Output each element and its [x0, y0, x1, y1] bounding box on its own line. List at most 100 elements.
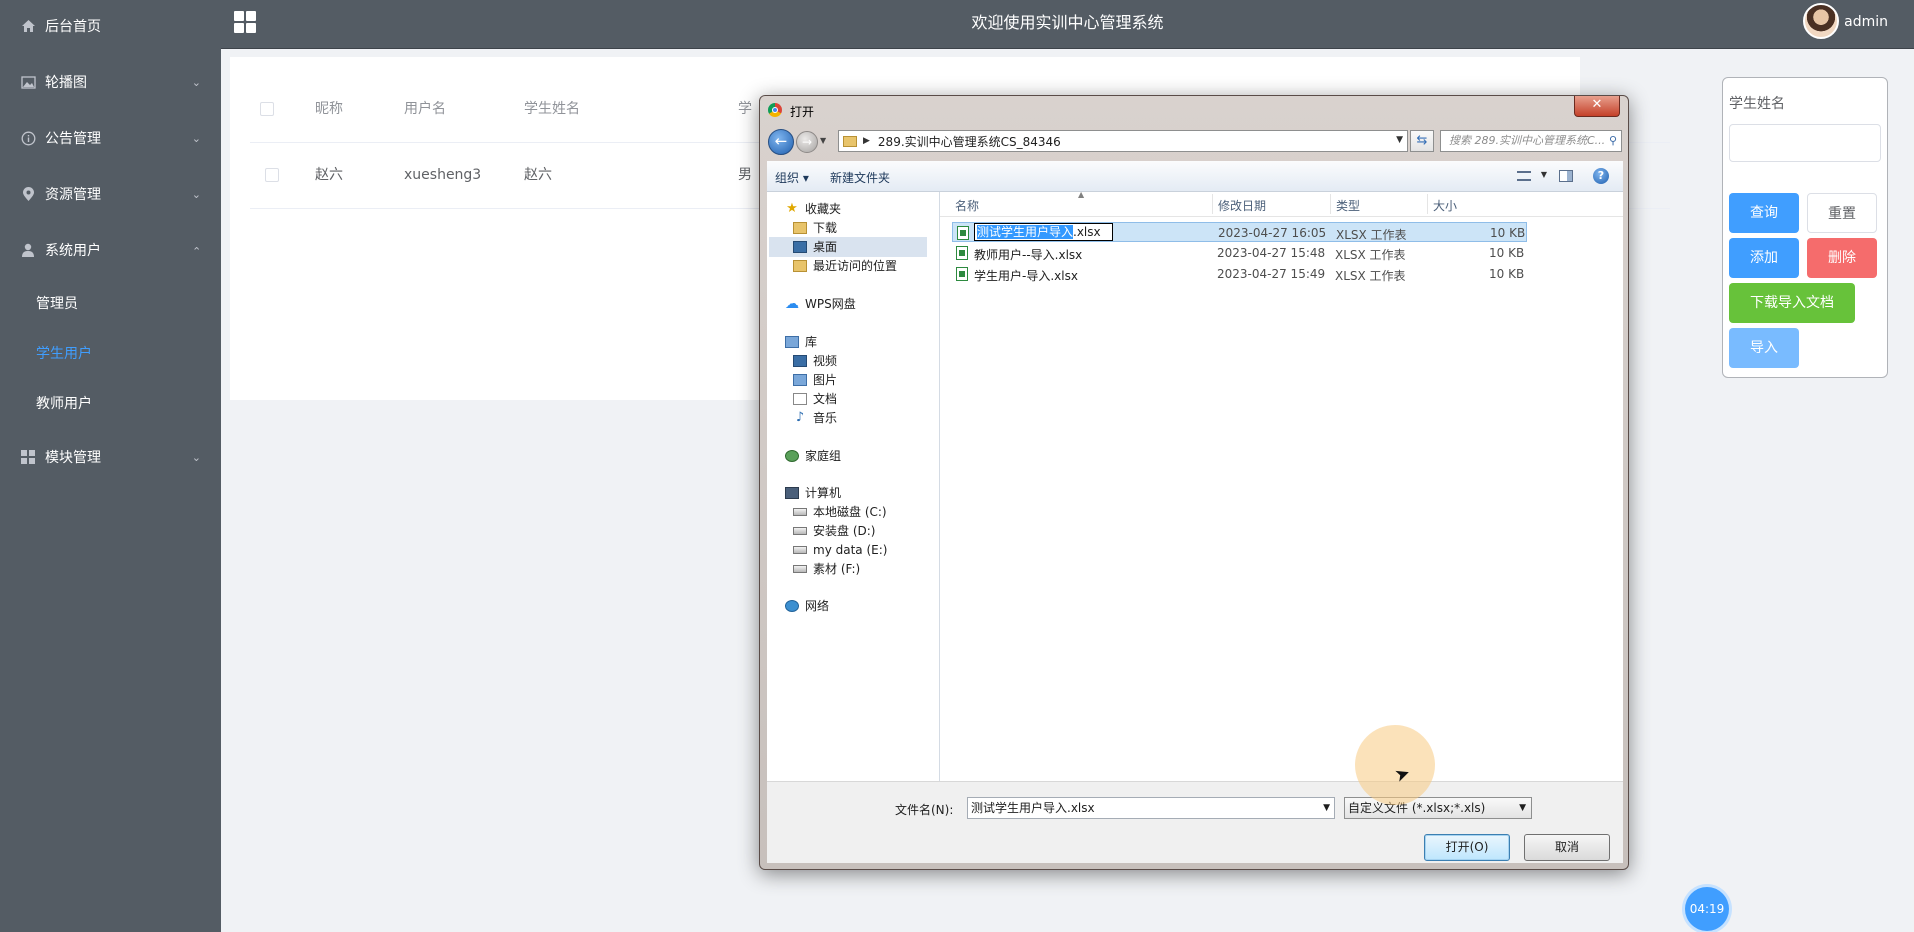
cell-student-name: 赵六 — [524, 167, 552, 183]
nav-label: 图片 — [813, 373, 838, 387]
nav-computer[interactable]: 计算机 — [785, 483, 841, 503]
open-file-dialog: 打开 ✕ ← → ▼ ▶ 289.实训中心管理系统CS_84346 ▼ ⇆ 搜索… — [759, 95, 1629, 870]
file-row[interactable]: 学生用户-导入.xlsx 2023-04-27 15:49 XLSX 工作表 1… — [952, 264, 1527, 284]
drive-icon — [793, 546, 807, 554]
column-type[interactable]: 类型 — [1336, 197, 1360, 214]
select-all-checkbox[interactable] — [260, 102, 274, 116]
nav-wps-cloud[interactable]: ☁ WPS网盘 — [785, 294, 856, 314]
arrow-right-icon: → — [801, 135, 813, 149]
row-checkbox[interactable] — [265, 168, 279, 182]
sidebar-item-notice[interactable]: 公告管理 ⌄ — [0, 113, 221, 163]
sidebar-item-resources[interactable]: 资源管理 ⌄ — [0, 169, 221, 219]
filetype-select[interactable]: 自定义文件 (*.xlsx;*.xls) ▼ — [1344, 797, 1532, 819]
nav-label: 本地磁盘 (C:) — [813, 505, 887, 519]
filename-dropdown-icon[interactable]: ▼ — [1323, 798, 1330, 818]
download-template-button[interactable]: 下载导入文档 — [1729, 283, 1855, 323]
address-dropdown-icon[interactable]: ▼ — [1396, 135, 1403, 145]
nav-library[interactable]: 库 — [785, 332, 817, 352]
import-button[interactable]: 导入 — [1729, 328, 1799, 368]
recording-timer[interactable]: 04:19 — [1685, 887, 1729, 931]
nav-network[interactable]: 网络 — [785, 596, 829, 616]
reset-button[interactable]: 重置 — [1807, 193, 1877, 233]
nav-favorites[interactable]: ★ 收藏夹 — [785, 199, 841, 219]
info-icon — [20, 130, 36, 146]
avatar[interactable] — [1803, 3, 1839, 39]
close-button[interactable]: ✕ — [1574, 96, 1620, 117]
column-divider[interactable] — [1330, 194, 1331, 214]
delete-button[interactable]: 删除 — [1807, 238, 1877, 278]
username-label[interactable]: admin — [1844, 14, 1888, 30]
file-modified: 2023-04-27 15:49 — [1217, 267, 1326, 281]
folder-search-input[interactable]: 搜索 289.实训中心管理系统C... ⚲ — [1440, 130, 1622, 152]
column-name[interactable]: 名称 — [955, 197, 979, 214]
breadcrumb-separator-icon[interactable]: ▶ — [863, 136, 870, 146]
chrome-icon — [768, 103, 782, 117]
sidebar-subitem-label: 教师用户 — [36, 396, 92, 412]
column-header-gender: 学 — [738, 101, 752, 117]
nav-drive-e[interactable]: my data (E:) — [793, 540, 887, 560]
help-icon[interactable]: ? — [1593, 168, 1609, 184]
view-options-icon[interactable] — [1517, 171, 1531, 181]
nav-documents[interactable]: 文档 — [793, 389, 837, 409]
nav-recent[interactable]: 最近访问的位置 — [793, 256, 897, 276]
sidebar-subitem-admins[interactable]: 管理员 — [0, 278, 221, 328]
nav-label: 下载 — [813, 221, 838, 235]
nav-label: 收藏夹 — [805, 202, 842, 216]
close-icon: ✕ — [1591, 97, 1603, 112]
sidebar-item-home[interactable]: 后台首页 — [0, 1, 221, 51]
sidebar-item-system-users[interactable]: 系统用户 ⌄ — [0, 225, 221, 275]
back-button[interactable]: ← — [768, 129, 794, 155]
student-name-input[interactable] — [1729, 124, 1881, 162]
nav-drive-f[interactable]: 素材 (F:) — [793, 559, 860, 579]
column-modified[interactable]: 修改日期 — [1218, 197, 1266, 214]
preview-pane-icon[interactable] — [1559, 170, 1573, 182]
column-header-nickname: 昵称 — [315, 101, 343, 117]
address-path[interactable]: 289.实训中心管理系统CS_84346 — [878, 133, 1061, 150]
nav-music[interactable]: ♪ 音乐 — [793, 408, 837, 428]
column-size[interactable]: 大小 — [1433, 197, 1457, 214]
sidebar-item-modules[interactable]: 模块管理 ⌄ — [0, 432, 221, 482]
nav-videos[interactable]: 视频 — [793, 351, 837, 371]
xlsx-file-icon — [956, 267, 968, 281]
nav-drive-d[interactable]: 安装盘 (D:) — [793, 521, 875, 541]
top-header: 欢迎使用实训中心管理系统 admin — [221, 0, 1914, 49]
sidebar-subitem-students[interactable]: 学生用户 — [0, 328, 221, 378]
home-icon — [20, 18, 36, 34]
filetype-dropdown-icon: ▼ — [1519, 803, 1526, 813]
rename-input[interactable]: 测试学生用户导入.xlsx — [974, 223, 1113, 241]
new-folder-button[interactable]: 新建文件夹 — [830, 169, 890, 186]
cancel-button[interactable]: 取消 — [1524, 834, 1610, 861]
column-divider[interactable] — [1427, 194, 1428, 214]
image-icon — [20, 74, 36, 90]
nav-label: 桌面 — [813, 240, 838, 254]
cloud-icon: ☁ — [785, 296, 799, 312]
file-row[interactable]: 测试学生用户导入.xlsx 2023-04-27 16:05 XLSX 工作表 … — [952, 222, 1527, 242]
chevron-down-icon: ⌄ — [191, 187, 201, 201]
file-row[interactable]: 教师用户--导入.xlsx 2023-04-27 15:48 XLSX 工作表 … — [952, 243, 1527, 263]
sidebar-item-carousel[interactable]: 轮播图 ⌄ — [0, 57, 221, 107]
recent-locations-dropdown[interactable]: ▼ — [820, 136, 826, 145]
address-bar[interactable]: ▶ 289.实训中心管理系统CS_84346 ▼ — [838, 130, 1408, 152]
nav-drive-c[interactable]: 本地磁盘 (C:) — [793, 502, 887, 522]
nav-label: WPS网盘 — [805, 297, 856, 311]
student-name-label: 学生姓名 — [1729, 96, 1785, 112]
filetype-value: 自定义文件 (*.xlsx;*.xls) — [1348, 801, 1486, 815]
forward-button[interactable]: → — [796, 131, 818, 153]
search-placeholder: 搜索 289.实训中心管理系统C... — [1449, 134, 1606, 147]
open-button[interactable]: 打开(O) — [1424, 834, 1510, 861]
view-dropdown-icon[interactable]: ▼ — [1541, 170, 1547, 179]
refresh-icon: ⇆ — [1416, 133, 1428, 148]
document-icon — [793, 393, 807, 405]
nav-homegroup[interactable]: 家庭组 — [785, 446, 841, 466]
sidebar-subitem-teachers[interactable]: 教师用户 — [0, 378, 221, 428]
nav-downloads[interactable]: 下载 — [793, 218, 837, 238]
nav-pictures[interactable]: 图片 — [793, 370, 837, 390]
add-button[interactable]: 添加 — [1729, 238, 1799, 278]
organize-button[interactable]: 组织 ▾ — [775, 169, 809, 186]
nav-desktop[interactable]: 桌面 — [769, 237, 927, 257]
query-button[interactable]: 查询 — [1729, 193, 1799, 233]
music-icon: ♪ — [795, 410, 805, 425]
filename-input[interactable]: 测试学生用户导入.xlsx ▼ — [967, 797, 1335, 819]
column-divider[interactable] — [1212, 194, 1213, 214]
refresh-button[interactable]: ⇆ — [1410, 130, 1434, 152]
